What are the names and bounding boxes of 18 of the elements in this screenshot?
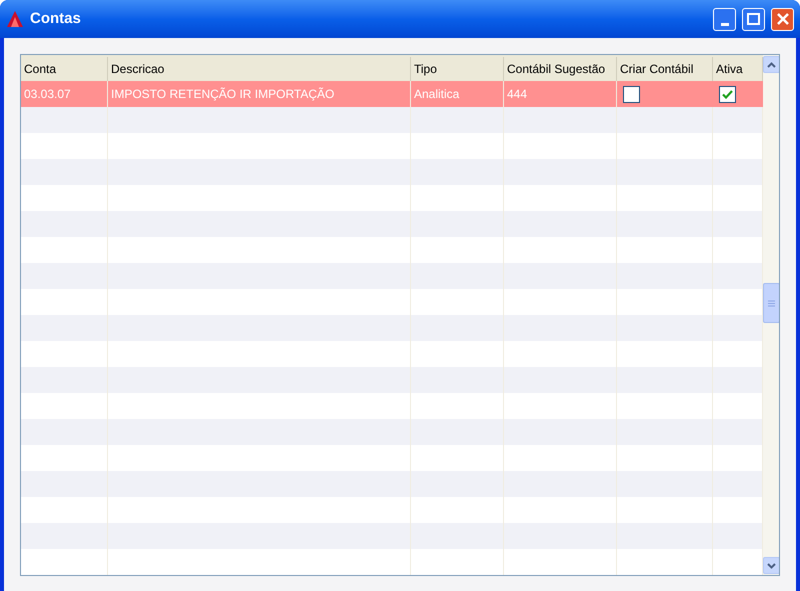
checkbox[interactable]	[719, 86, 736, 102]
scroll-down-button[interactable]	[763, 557, 779, 574]
checkbox[interactable]	[623, 86, 640, 102]
scroll-thumb[interactable]	[763, 283, 779, 323]
window-title: Contas	[30, 8, 82, 29]
close-button[interactable]	[771, 8, 794, 30]
close-icon	[776, 13, 788, 25]
scroll-up-button[interactable]	[763, 56, 779, 73]
maximize-icon	[747, 13, 760, 25]
grip-icon	[768, 300, 775, 306]
app-logo-icon	[6, 10, 24, 28]
chevron-up-icon	[767, 62, 776, 68]
chevron-down-icon	[767, 562, 776, 568]
vertical-scrollbar[interactable]	[763, 55, 779, 575]
minimize-icon	[720, 22, 728, 26]
maximize-button[interactable]	[742, 8, 765, 30]
checkmark-icon	[722, 90, 733, 98]
minimize-button[interactable]	[713, 8, 736, 30]
